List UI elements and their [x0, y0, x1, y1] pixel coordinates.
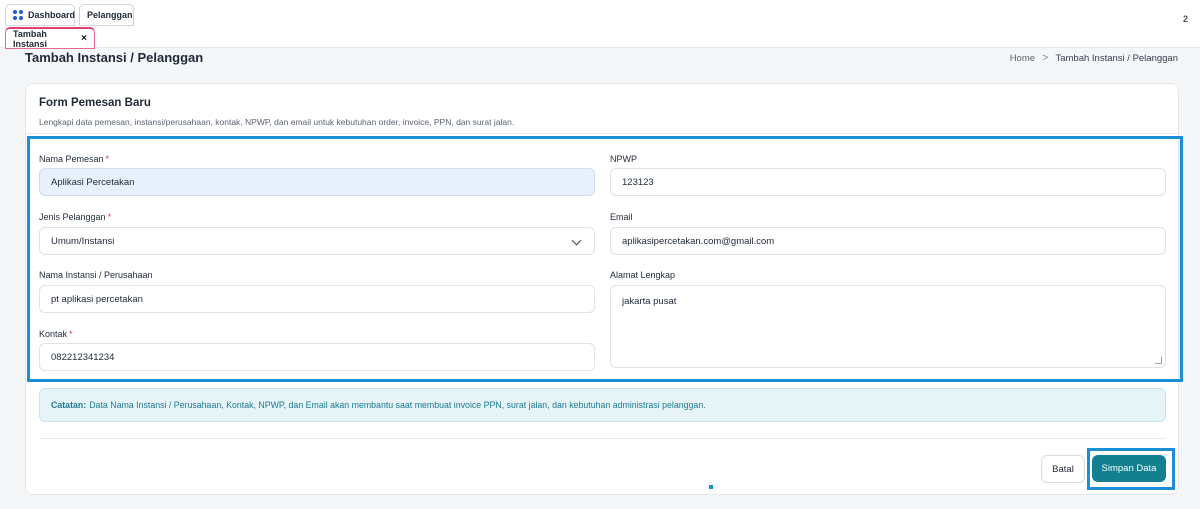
- nama-pemesan-label: Nama Pemesan *: [39, 154, 109, 164]
- required-mark: *: [69, 329, 73, 339]
- jenis-pelanggan-label-text: Jenis Pelanggan: [39, 212, 106, 222]
- save-button[interactable]: Simpan Data: [1092, 455, 1166, 482]
- nama-instansi-input[interactable]: pt aplikasi percetakan: [39, 285, 595, 313]
- form-title: Form Pemesan Baru: [39, 97, 151, 109]
- note-banner: Catatan: Data Nama Instansi / Perusahaan…: [39, 388, 1166, 422]
- alamat-textarea[interactable]: jakarta pusat: [610, 285, 1166, 368]
- close-icon[interactable]: ×: [81, 33, 87, 44]
- required-mark: *: [105, 154, 110, 164]
- jenis-pelanggan-label: Jenis Pelanggan *: [39, 212, 111, 222]
- tab-tambah-instansi[interactable]: Tambah Instansi ×: [5, 27, 95, 49]
- page-title: Tambah Instansi / Pelanggan: [25, 50, 204, 65]
- tab-pelanggan[interactable]: Pelanggan: [79, 4, 134, 26]
- alamat-value: jakarta pusat: [622, 296, 677, 307]
- breadcrumb-home[interactable]: Home: [1010, 53, 1035, 64]
- required-mark: *: [107, 212, 112, 222]
- jenis-pelanggan-value: Umum/Instansi: [51, 235, 115, 247]
- cancel-button[interactable]: Batal: [1041, 455, 1085, 483]
- email-label: Email: [610, 212, 633, 222]
- kontak-label: Kontak *: [39, 329, 73, 339]
- chevron-right-icon: >: [1042, 52, 1049, 64]
- chevron-down-icon: [571, 235, 582, 246]
- npwp-input[interactable]: 123123: [610, 168, 1166, 196]
- kontak-label-text: Kontak: [39, 329, 68, 339]
- breadcrumb: Home > Tambah Instansi / Pelanggan: [1010, 52, 1178, 64]
- form-card: Form Pemesan Baru Lengkapi data pemesan,…: [25, 83, 1183, 495]
- jenis-pelanggan-select[interactable]: Umum/Instansi: [39, 227, 595, 255]
- top-tab-bar: Dashboard Pelanggan Tambah Instansi × 2: [0, 0, 1200, 49]
- form-description: Lengkapi data pemesan, instansi/perusaha…: [39, 117, 515, 127]
- nama-pemesan-label-text: Nama Pemesan: [39, 154, 104, 164]
- tab-tambah-instansi-label: Tambah Instansi: [13, 28, 48, 49]
- tab-dashboard[interactable]: Dashboard: [5, 4, 75, 26]
- top-right-counter: 2: [1182, 14, 1188, 24]
- nama-pemesan-input[interactable]: Aplikasi Percetakan: [39, 168, 595, 196]
- resize-handle-icon[interactable]: [1155, 357, 1162, 364]
- kontak-input[interactable]: 082212341234: [39, 343, 595, 371]
- npwp-label: NPWP: [610, 154, 637, 164]
- note-prefix: Catatan:: [51, 400, 87, 410]
- breadcrumb-current: Tambah Instansi / Pelanggan: [1055, 52, 1178, 64]
- email-input[interactable]: aplikasipercetakan.com@gmail.com: [610, 227, 1166, 255]
- dashboard-grid-icon: [13, 10, 23, 20]
- scroll-indicator-dot: [709, 485, 713, 489]
- card-divider: [26, 133, 1178, 134]
- footer-divider: [39, 438, 1166, 439]
- tab-pelanggan-label: Pelanggan: [87, 10, 133, 20]
- tab-dashboard-label: Dashboard: [28, 10, 76, 20]
- note-text: Data Nama Instansi / Perusahaan, Kontak,…: [89, 400, 706, 410]
- alamat-label: Alamat Lengkap: [610, 270, 676, 280]
- nama-instansi-label: Nama Instansi / Perusahaan: [39, 270, 153, 280]
